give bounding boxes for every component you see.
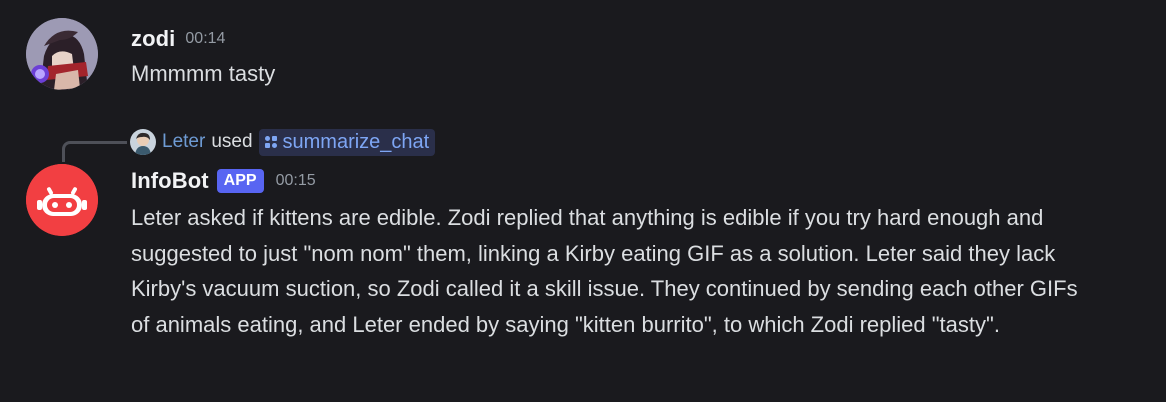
author-name[interactable]: zodi xyxy=(131,26,175,52)
reply-connector-line xyxy=(62,141,127,162)
reply-used-label: used xyxy=(211,131,253,152)
message-header: zodi 00:14 xyxy=(131,26,225,52)
zodi-avatar-image xyxy=(26,18,98,90)
app-badge: APP xyxy=(216,169,264,193)
avatar[interactable] xyxy=(26,164,98,236)
app-command-icon xyxy=(264,135,278,149)
message-text: Leter asked if kittens are edible. Zodi … xyxy=(131,205,1078,337)
command-name: summarize_chat xyxy=(282,130,430,153)
timestamp[interactable]: 00:14 xyxy=(185,30,225,48)
command-mention[interactable]: summarize_chat xyxy=(258,128,436,156)
robot-icon xyxy=(26,164,98,236)
leter-avatar-image xyxy=(130,129,156,155)
timestamp[interactable]: 00:15 xyxy=(276,172,316,190)
command-reply-context[interactable]: Leter used summarize_chat xyxy=(130,127,436,157)
author-name[interactable]: InfoBot xyxy=(131,168,209,194)
chat-log: zodi 00:14 Mmmmm tasty Leter used summar… xyxy=(0,0,1166,402)
avatar[interactable] xyxy=(26,18,98,90)
message-header: InfoBot APP 00:15 xyxy=(131,168,316,194)
message-text: Mmmmm tasty xyxy=(131,61,276,86)
reply-user-name[interactable]: Leter xyxy=(162,131,205,153)
reply-user-avatar[interactable] xyxy=(130,129,156,155)
